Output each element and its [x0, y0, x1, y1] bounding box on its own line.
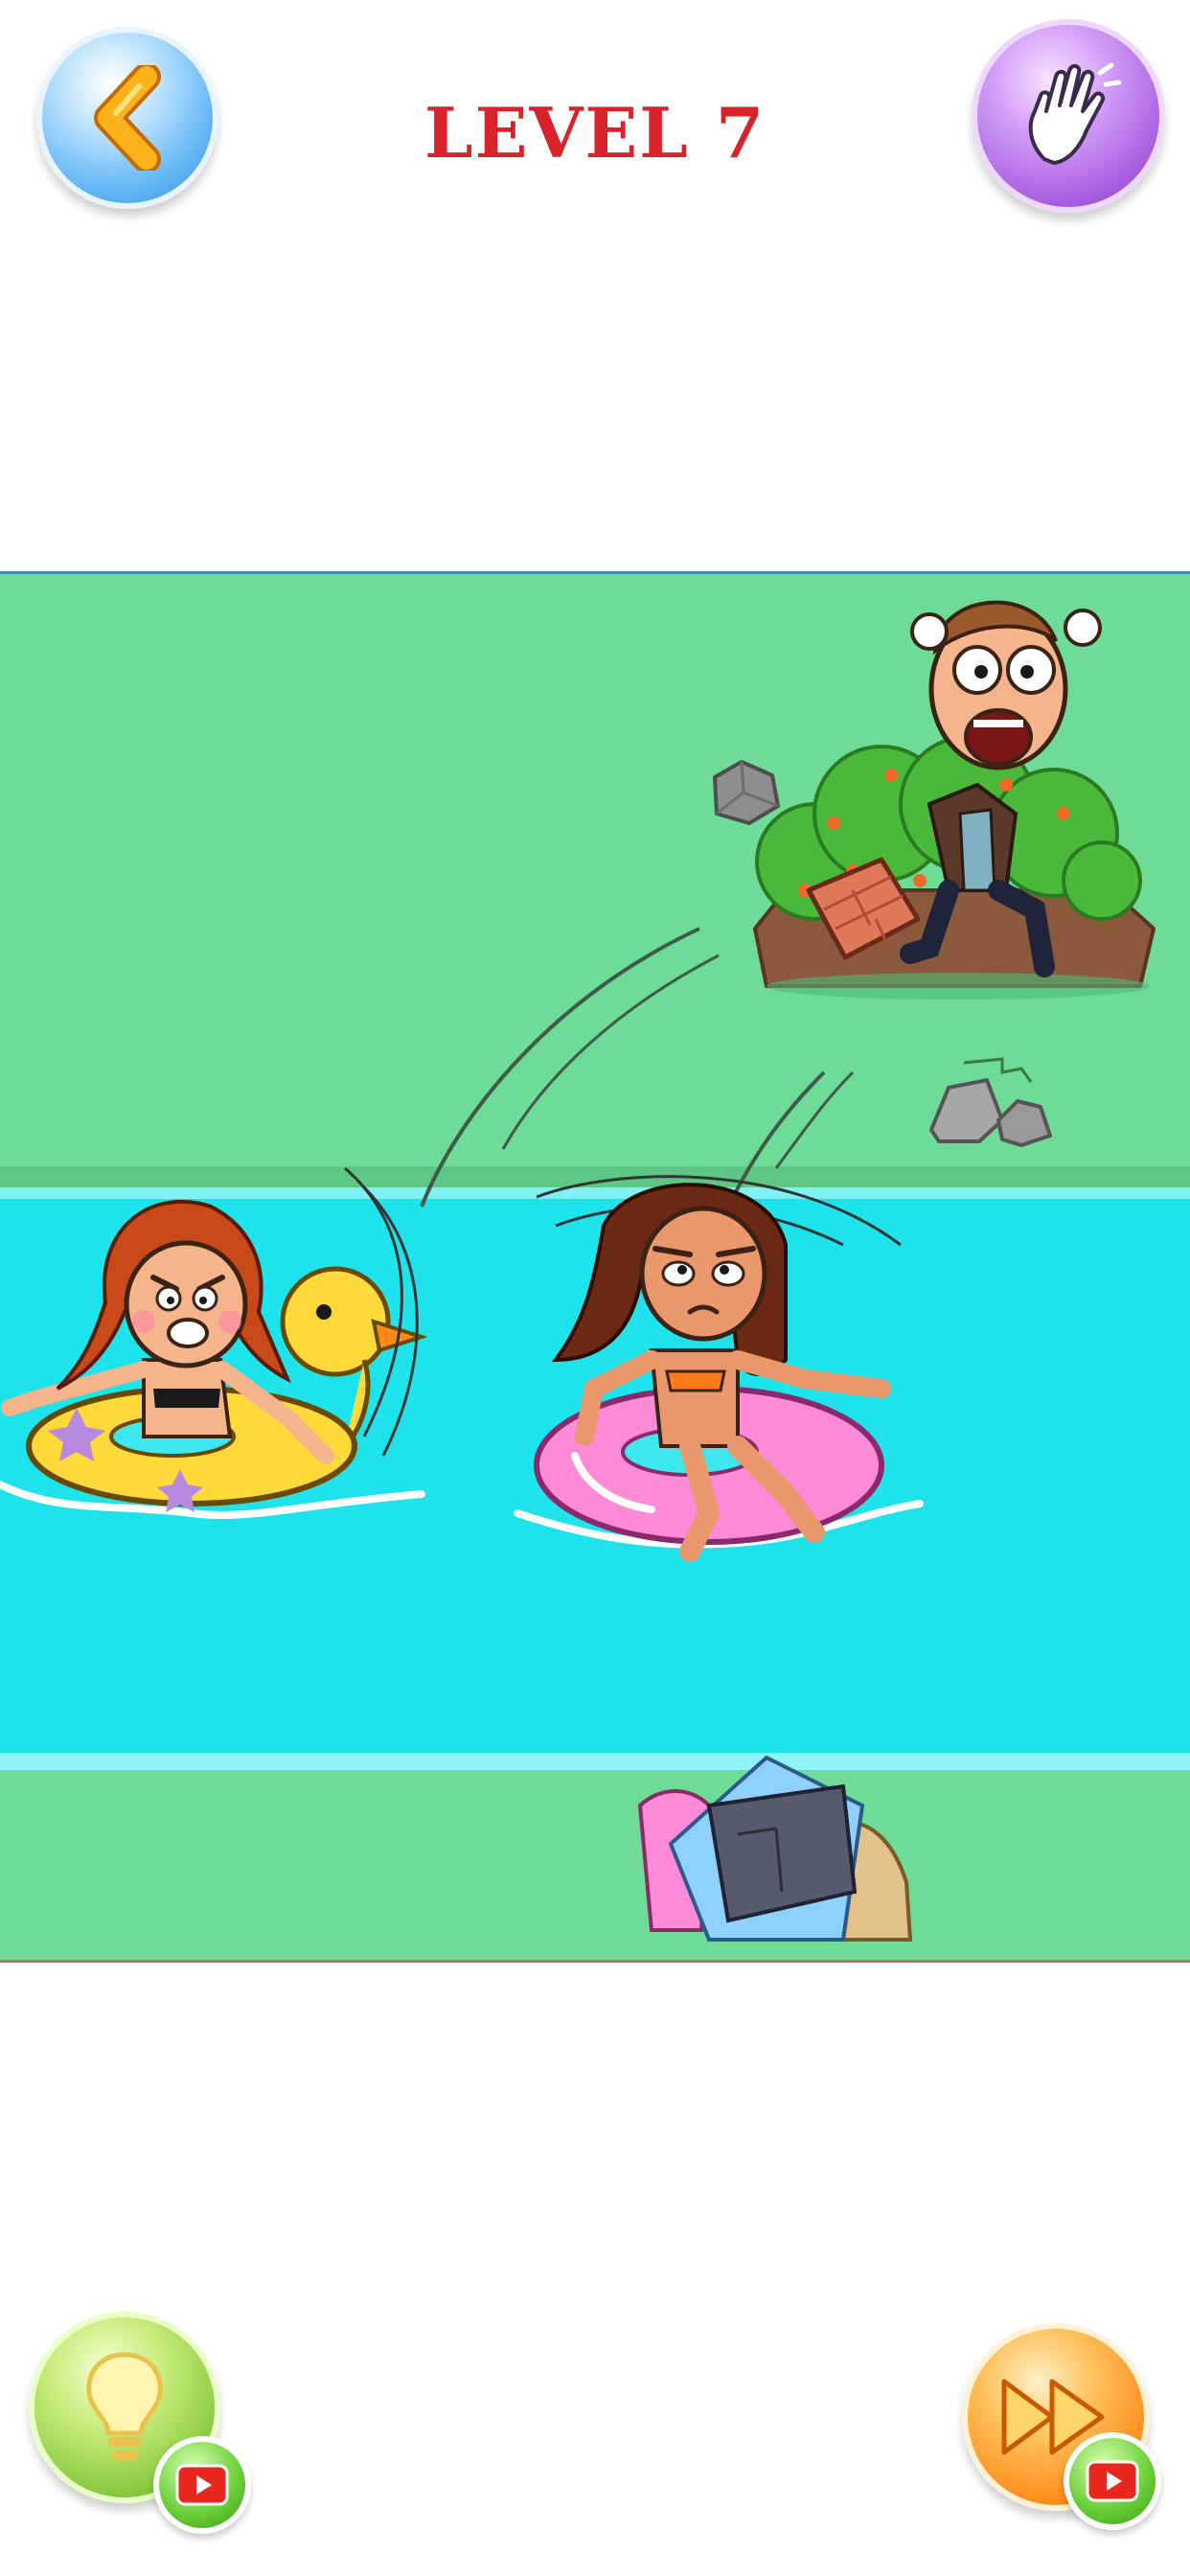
play-video-icon — [1086, 2460, 1139, 2502]
rocks — [929, 1057, 1052, 1147]
game-screen: LEVEL 7 — [0, 0, 1190, 2576]
hand-button[interactable] — [972, 19, 1165, 213]
play-video-icon — [175, 2464, 229, 2506]
skip-video-badge[interactable] — [1064, 2432, 1161, 2530]
lightbulb-icon — [86, 2352, 163, 2460]
game-scene — [0, 571, 1190, 1963]
pile-of-clothes[interactable] — [632, 1748, 939, 1959]
hint-video-badge[interactable] — [153, 2436, 251, 2534]
girl-on-duck-float[interactable] — [0, 1166, 441, 1571]
waving-hand-icon — [1028, 62, 1122, 165]
girl-on-pink-ring[interactable] — [498, 1168, 939, 1609]
river-bank-bottom — [0, 1753, 1190, 1770]
brick[interactable] — [795, 852, 929, 967]
